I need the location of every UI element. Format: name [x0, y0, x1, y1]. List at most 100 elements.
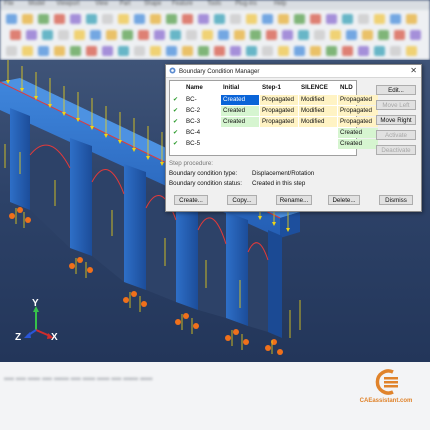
toolbar-icon[interactable]	[342, 14, 353, 24]
dialog-titlebar[interactable]: Boundary Condition Manager ✕	[166, 65, 421, 78]
table-cell[interactable]	[299, 128, 337, 138]
toolbar-icon[interactable]	[362, 30, 373, 40]
toolbar-icon[interactable]	[294, 46, 305, 56]
toolbar-icon[interactable]	[378, 30, 389, 40]
table-cell[interactable]: Modified	[299, 117, 337, 127]
dismiss-button[interactable]: Dismiss	[379, 195, 413, 205]
toolbar-icon[interactable]	[346, 30, 357, 40]
toolbar-icon[interactable]	[326, 46, 337, 56]
menu-item[interactable]: Help	[274, 1, 286, 7]
table-cell[interactable]: Modified	[299, 106, 337, 116]
row-name[interactable]: BC-4	[184, 128, 221, 138]
table-cell[interactable]: Propagated	[338, 106, 378, 116]
check-icon[interactable]: ✔	[171, 139, 183, 149]
activate-button[interactable]: Activate	[376, 130, 416, 140]
table-cell[interactable]	[221, 139, 259, 149]
toolbar-icon[interactable]	[282, 30, 293, 40]
toolbar-icon[interactable]	[74, 30, 85, 40]
toolbar-icon[interactable]	[342, 46, 353, 56]
copy-button[interactable]: Copy...	[227, 195, 257, 205]
toolbar-icon[interactable]	[170, 30, 181, 40]
menu-item[interactable]: Model	[28, 1, 44, 7]
menu-item[interactable]: Feature	[172, 1, 193, 7]
toolbar-icon[interactable]	[298, 30, 309, 40]
check-icon[interactable]: ✔	[171, 117, 183, 127]
toolbar-icon[interactable]	[70, 46, 81, 56]
table-cell[interactable]: Created	[221, 117, 259, 127]
toolbar-icon[interactable]	[278, 14, 289, 24]
toolbar-icon[interactable]	[406, 14, 417, 24]
table-cell[interactable]: Propagated	[338, 117, 378, 127]
toolbar-icon[interactable]	[86, 14, 97, 24]
toolbar-icon[interactable]	[250, 30, 261, 40]
table-cell[interactable]: Created	[338, 128, 378, 138]
toolbar-icon[interactable]	[154, 30, 165, 40]
toolbar-icon[interactable]	[198, 14, 209, 24]
toolbar-icon[interactable]	[330, 30, 341, 40]
toolbar-icon[interactable]	[390, 14, 401, 24]
toolbar-icon[interactable]	[310, 46, 321, 56]
row-name[interactable]: BC-2	[184, 106, 221, 116]
table-cell[interactable]: Created	[338, 139, 378, 149]
toolbar-icon[interactable]	[182, 46, 193, 56]
toolbar-icon[interactable]	[278, 46, 289, 56]
toolbar-icon[interactable]	[58, 30, 69, 40]
toolbar-icon[interactable]	[134, 14, 145, 24]
table-cell-selected[interactable]: Created	[221, 95, 259, 105]
toolbar-icon[interactable]	[106, 30, 117, 40]
toolbar-icon[interactable]	[150, 46, 161, 56]
toolbar-icon[interactable]	[42, 30, 53, 40]
close-icon[interactable]: ✕	[410, 66, 417, 75]
table-cell[interactable]: Created	[221, 106, 259, 116]
menu-item[interactable]: Shape	[144, 1, 161, 7]
move-left-button[interactable]: Move Left	[376, 100, 416, 110]
toolbar-icon[interactable]	[390, 46, 401, 56]
toolbar-icon[interactable]	[6, 46, 17, 56]
toolbar-icon[interactable]	[38, 46, 49, 56]
toolbar-icon[interactable]	[230, 46, 241, 56]
table-cell[interactable]	[299, 139, 337, 149]
toolbar-icon[interactable]	[394, 30, 405, 40]
toolbar-icon[interactable]	[22, 14, 33, 24]
table-cell[interactable]	[260, 128, 298, 138]
toolbar-icon[interactable]	[102, 14, 113, 24]
table-cell[interactable]: Propagated	[338, 95, 378, 105]
toolbar-icon[interactable]	[358, 14, 369, 24]
table-cell[interactable]: Propagated	[260, 117, 298, 127]
toolbar-icon[interactable]	[406, 46, 417, 56]
toolbar-icon[interactable]	[70, 14, 81, 24]
toolbar-icon[interactable]	[134, 46, 145, 56]
toolbar-icon[interactable]	[214, 14, 225, 24]
toolbar-icon[interactable]	[166, 14, 177, 24]
toolbar-icon[interactable]	[54, 46, 65, 56]
row-name[interactable]: BC-	[184, 95, 221, 105]
check-icon[interactable]: ✔	[171, 95, 183, 105]
toolbar-icon[interactable]	[358, 46, 369, 56]
table-cell[interactable]: Propagated	[260, 95, 298, 105]
check-icon[interactable]: ✔	[171, 128, 183, 138]
delete-button[interactable]: Delete...	[328, 195, 360, 205]
toolbar-icon[interactable]	[214, 46, 225, 56]
toolbar-icon[interactable]	[246, 14, 257, 24]
rename-button[interactable]: Rename...	[276, 195, 312, 205]
toolbar-icon[interactable]	[150, 14, 161, 24]
check-icon[interactable]: ✔	[171, 106, 183, 116]
toolbar-icon[interactable]	[218, 30, 229, 40]
toolbar-icon[interactable]	[234, 30, 245, 40]
toolbar-icon[interactable]	[374, 46, 385, 56]
toolbar-icon[interactable]	[230, 14, 241, 24]
toolbar-icon[interactable]	[266, 30, 277, 40]
toolbar-icon[interactable]	[26, 30, 37, 40]
menu-item[interactable]: File	[4, 1, 14, 7]
toolbar-icon[interactable]	[22, 46, 33, 56]
toolbar-icon[interactable]	[90, 30, 101, 40]
row-name[interactable]: BC-5	[184, 139, 221, 149]
toolbar-icon[interactable]	[314, 30, 325, 40]
menu-item[interactable]: Viewport	[56, 1, 79, 7]
menu-item[interactable]: View	[95, 1, 108, 7]
toolbar-icon[interactable]	[294, 14, 305, 24]
toolbar-icon[interactable]	[118, 14, 129, 24]
menu-item[interactable]: Plug-ins	[235, 1, 257, 7]
table-cell[interactable]: Propagated	[260, 106, 298, 116]
toolbar-icon[interactable]	[310, 14, 321, 24]
